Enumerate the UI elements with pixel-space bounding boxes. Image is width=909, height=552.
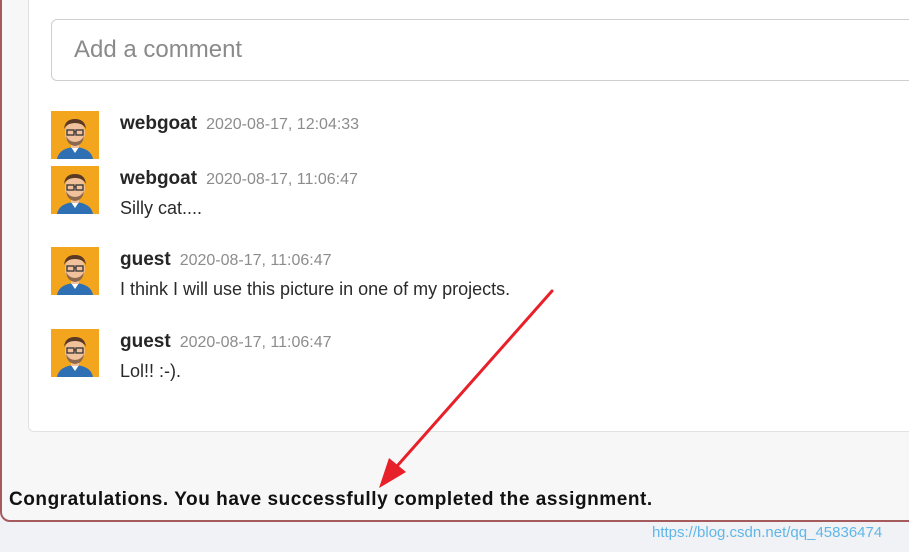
success-feedback-message: Congratulations. You have successfully c… xyxy=(9,489,653,510)
avatar xyxy=(51,247,99,295)
comment-timestamp: 2020-08-17, 11:06:47 xyxy=(179,252,332,269)
comment-author: webgoat xyxy=(120,113,198,134)
comment-timestamp: 2020-08-17, 12:04:33 xyxy=(206,116,360,133)
comment-text: I think I will use this picture in one o… xyxy=(120,279,511,299)
avatar xyxy=(51,166,99,214)
comment-author: guest xyxy=(120,249,171,270)
avatar xyxy=(51,329,99,377)
user-avatar-icon xyxy=(51,166,99,214)
comment-timestamp: 2020-08-17, 11:06:47 xyxy=(206,171,358,188)
comment-author: guest xyxy=(120,331,171,352)
comment-text: Silly cat.... xyxy=(120,198,203,218)
add-comment-input[interactable] xyxy=(51,19,909,81)
user-avatar-icon xyxy=(51,111,99,159)
comment-timestamp: 2020-08-17, 11:06:47 xyxy=(179,334,332,351)
watermark-url: https://blog.csdn.net/qq_45836474 xyxy=(652,524,883,541)
avatar xyxy=(51,111,99,159)
comment-text: Lol!! :-). xyxy=(120,361,182,381)
user-avatar-icon xyxy=(51,247,99,295)
comment-author: webgoat xyxy=(120,168,198,189)
user-avatar-icon xyxy=(51,329,99,377)
